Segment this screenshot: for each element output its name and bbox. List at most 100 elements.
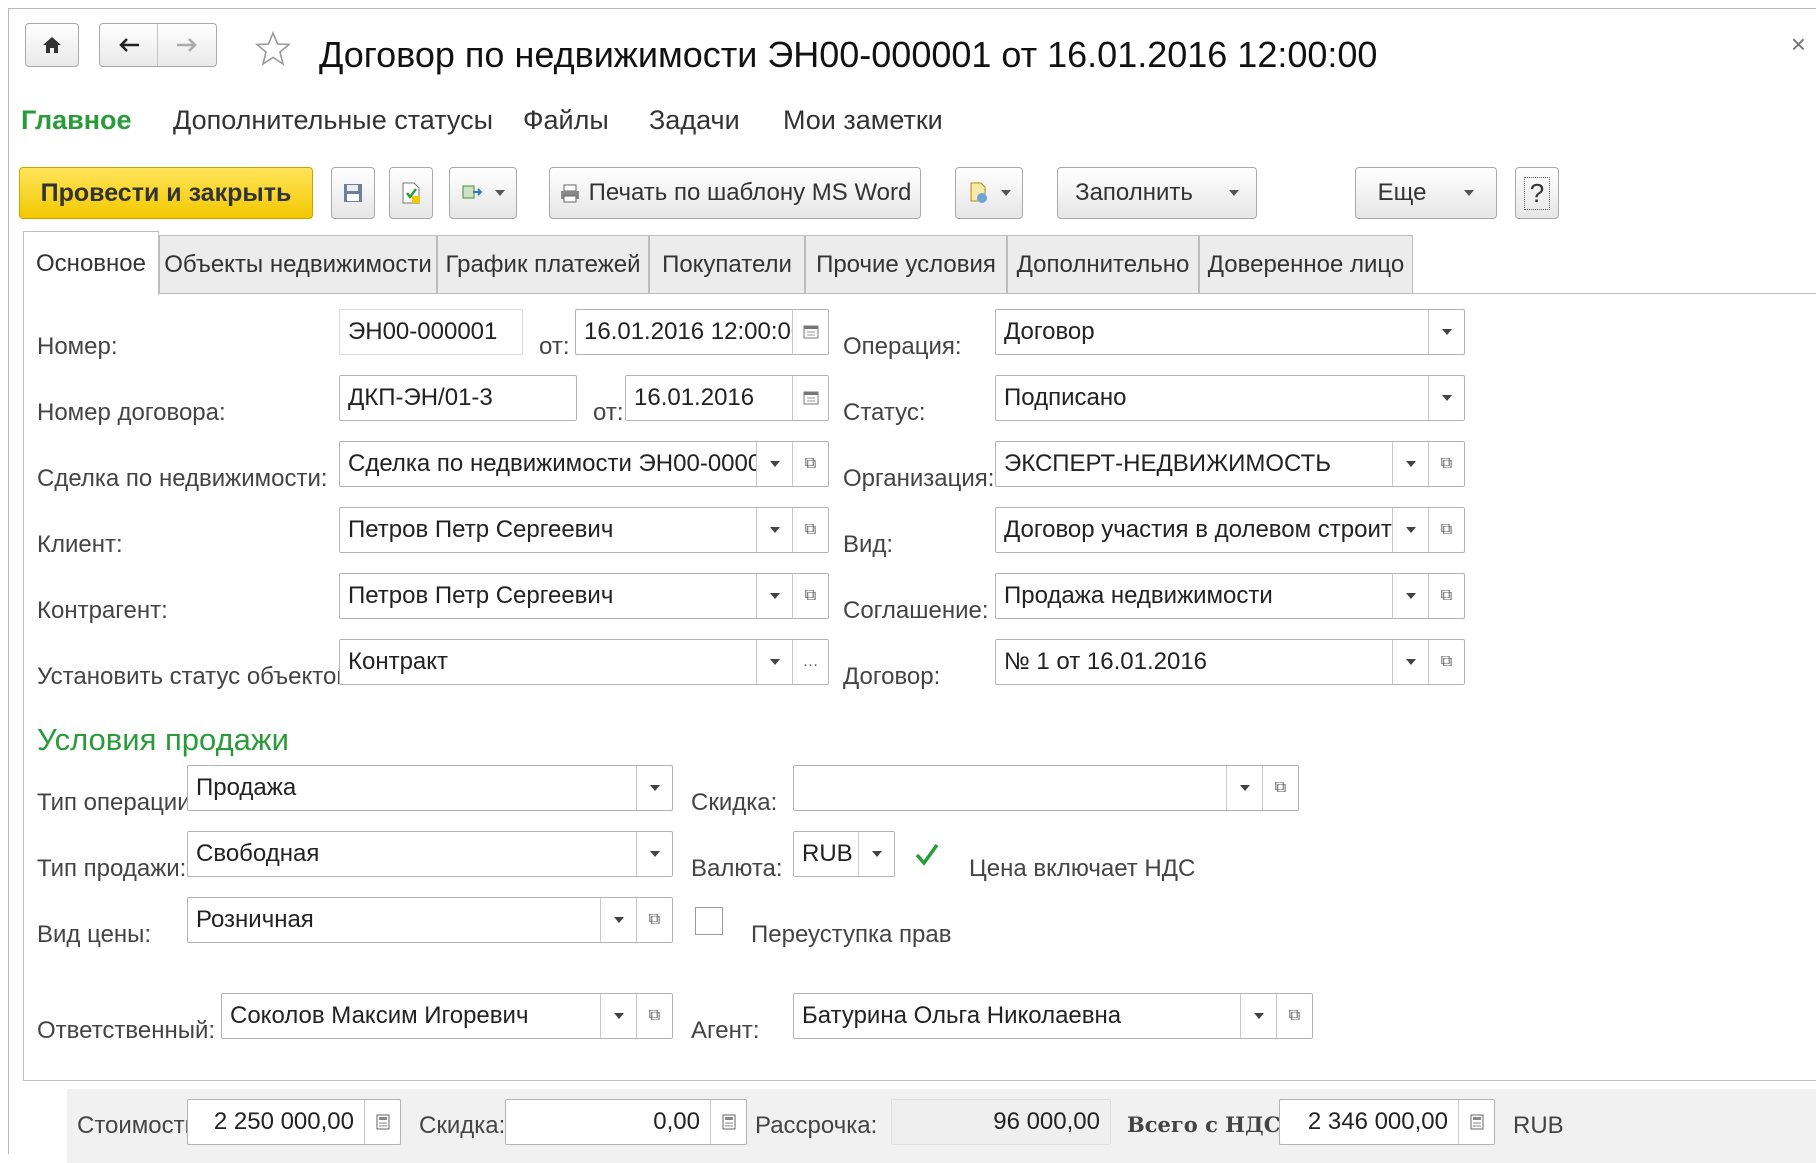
print-word-template-button[interactable]: Печать по шаблону MS Word xyxy=(549,167,921,219)
kind-label: Вид: xyxy=(843,531,894,558)
more-button[interactable]: Еще xyxy=(1355,167,1497,219)
price-kind-field[interactable]: Розничная ⧉ xyxy=(187,897,673,943)
calculator-icon xyxy=(722,1114,735,1130)
status-field[interactable]: Подписано xyxy=(995,375,1465,421)
responsible-field[interactable]: Соколов Максим Игоревич ⧉ xyxy=(221,993,673,1039)
home-button[interactable] xyxy=(25,23,79,67)
section-notes[interactable]: Мои заметки xyxy=(783,105,943,136)
total-with-vat-field[interactable]: 2 346 000,00 xyxy=(1279,1099,1495,1145)
organization-dropdown-button[interactable] xyxy=(1392,442,1428,486)
tab-real-estate-objects[interactable]: Объекты недвижимости xyxy=(159,235,437,293)
organization-open-button[interactable]: ⧉ xyxy=(1428,442,1464,486)
operation-type-field[interactable]: Продажа xyxy=(187,765,673,811)
calendar-button[interactable] xyxy=(792,376,828,420)
set-status-select-button[interactable]: … xyxy=(792,640,828,684)
date-field[interactable]: 16.01.2016 12:00:00 xyxy=(575,309,829,355)
calculator-button[interactable] xyxy=(710,1100,746,1144)
agent-field[interactable]: Батурина Ольга Николаевна ⧉ xyxy=(793,993,1313,1039)
tab-trustee[interactable]: Доверенное лицо xyxy=(1199,235,1413,293)
vat-included-checkbox[interactable] xyxy=(913,841,941,869)
deal-dropdown-button[interactable] xyxy=(756,442,792,486)
contract-date-field[interactable]: 16.01.2016 xyxy=(625,375,829,421)
create-based-on-icon xyxy=(462,185,483,199)
back-button[interactable] xyxy=(100,24,158,66)
set-status-field[interactable]: Контракт … xyxy=(339,639,829,685)
operation-field[interactable]: Договор xyxy=(995,309,1465,355)
discount-dropdown-button[interactable] xyxy=(1226,766,1262,810)
fill-button[interactable]: Заполнить xyxy=(1057,167,1257,219)
create-based-on-button[interactable] xyxy=(449,167,517,219)
calculator-button[interactable] xyxy=(364,1100,400,1144)
price-kind-dropdown-button[interactable] xyxy=(600,898,636,942)
deal-label: Сделка по недвижимости: xyxy=(37,465,328,492)
currency-field[interactable]: RUB xyxy=(793,831,895,877)
chevron-down-icon xyxy=(613,917,624,923)
set-status-dropdown-button[interactable] xyxy=(756,640,792,684)
tab-payment-schedule[interactable]: График платежей xyxy=(437,235,649,293)
number-field[interactable]: ЭН00-000001 xyxy=(339,309,523,355)
sale-type-dropdown-button[interactable] xyxy=(636,832,672,876)
discount-field[interactable]: ⧉ xyxy=(793,765,1299,811)
chevron-down-icon xyxy=(1405,461,1416,467)
operation-type-dropdown-button[interactable] xyxy=(636,766,672,810)
operation-dropdown-button[interactable] xyxy=(1428,310,1464,354)
counterparty-dropdown-button[interactable] xyxy=(756,574,792,618)
total-with-vat-label: Всего с НДС: xyxy=(1127,1112,1289,1137)
client-open-button[interactable]: ⧉ xyxy=(792,508,828,552)
tab-buyers[interactable]: Покупатели xyxy=(649,235,805,293)
calculator-icon xyxy=(1470,1114,1483,1130)
counterparty-open-button[interactable]: ⧉ xyxy=(792,574,828,618)
number-label: Номер: xyxy=(37,333,118,360)
assignment-checkbox[interactable] xyxy=(695,907,723,935)
status-dropdown-button[interactable] xyxy=(1428,376,1464,420)
chevron-down-icon xyxy=(1464,190,1475,196)
discount-total-field[interactable]: 0,00 xyxy=(505,1099,747,1145)
contract-number-field[interactable]: ДКП-ЭН/01-3 xyxy=(339,375,577,421)
deal-field[interactable]: Сделка по недвижимости ЭН00-000001 от ⧉ xyxy=(339,441,829,487)
section-additional-statuses[interactable]: Дополнительные статусы xyxy=(173,105,493,136)
discount-open-button[interactable]: ⧉ xyxy=(1262,766,1298,810)
agreement-field[interactable]: Продажа недвижимости ⧉ xyxy=(995,573,1465,619)
section-files[interactable]: Файлы xyxy=(523,105,609,136)
installment-label: Рассрочка: xyxy=(755,1112,878,1139)
post-and-close-button[interactable]: Провести и закрыть xyxy=(19,167,313,219)
calendar-button[interactable] xyxy=(792,310,828,354)
agreement-open-button[interactable]: ⧉ xyxy=(1428,574,1464,618)
price-kind-open-button[interactable]: ⧉ xyxy=(636,898,672,942)
chevron-down-icon xyxy=(769,527,780,533)
contract-open-button[interactable]: ⧉ xyxy=(1428,640,1464,684)
save-button[interactable] xyxy=(331,167,375,219)
total-with-vat-value: 2 346 000,00 xyxy=(1307,1108,1448,1135)
sale-type-field[interactable]: Свободная xyxy=(187,831,673,877)
kind-dropdown-button[interactable] xyxy=(1392,508,1428,552)
agent-open-button[interactable]: ⧉ xyxy=(1276,994,1312,1038)
section-main[interactable]: Главное xyxy=(21,105,132,136)
kind-open-button[interactable]: ⧉ xyxy=(1428,508,1464,552)
tab-other-conditions[interactable]: Прочие условия xyxy=(805,235,1007,293)
close-button[interactable]: × xyxy=(1791,29,1806,60)
kind-field[interactable]: Договор участия в долевом строительстве … xyxy=(995,507,1465,553)
attachments-button[interactable] xyxy=(955,167,1023,219)
client-field[interactable]: Петров Петр Сергеевич ⧉ xyxy=(339,507,829,553)
organization-field[interactable]: ЭКСПЕРТ-НЕДВИЖИМОСТЬ ⧉ xyxy=(995,441,1465,487)
client-dropdown-button[interactable] xyxy=(756,508,792,552)
section-tasks[interactable]: Задачи xyxy=(649,105,740,136)
calculator-button[interactable] xyxy=(1458,1100,1494,1144)
agent-dropdown-button[interactable] xyxy=(1240,994,1276,1038)
tab-main[interactable]: Основное xyxy=(23,231,159,295)
contract-dropdown-button[interactable] xyxy=(1392,640,1428,684)
post-button[interactable] xyxy=(389,167,433,219)
responsible-dropdown-button[interactable] xyxy=(600,994,636,1038)
deal-open-button[interactable]: ⧉ xyxy=(792,442,828,486)
responsible-open-button[interactable]: ⧉ xyxy=(636,994,672,1038)
forward-button[interactable] xyxy=(158,24,216,66)
contract-field[interactable]: № 1 от 16.01.2016 ⧉ xyxy=(995,639,1465,685)
currency-dropdown-button[interactable] xyxy=(858,832,894,876)
star-icon[interactable] xyxy=(253,29,293,69)
tab-additional[interactable]: Дополнительно xyxy=(1007,235,1199,293)
open-icon: ⧉ xyxy=(1440,653,1453,670)
help-button[interactable]: ? xyxy=(1515,167,1559,219)
cost-field[interactable]: 2 250 000,00 xyxy=(187,1099,401,1145)
agreement-dropdown-button[interactable] xyxy=(1392,574,1428,618)
counterparty-field[interactable]: Петров Петр Сергеевич ⧉ xyxy=(339,573,829,619)
